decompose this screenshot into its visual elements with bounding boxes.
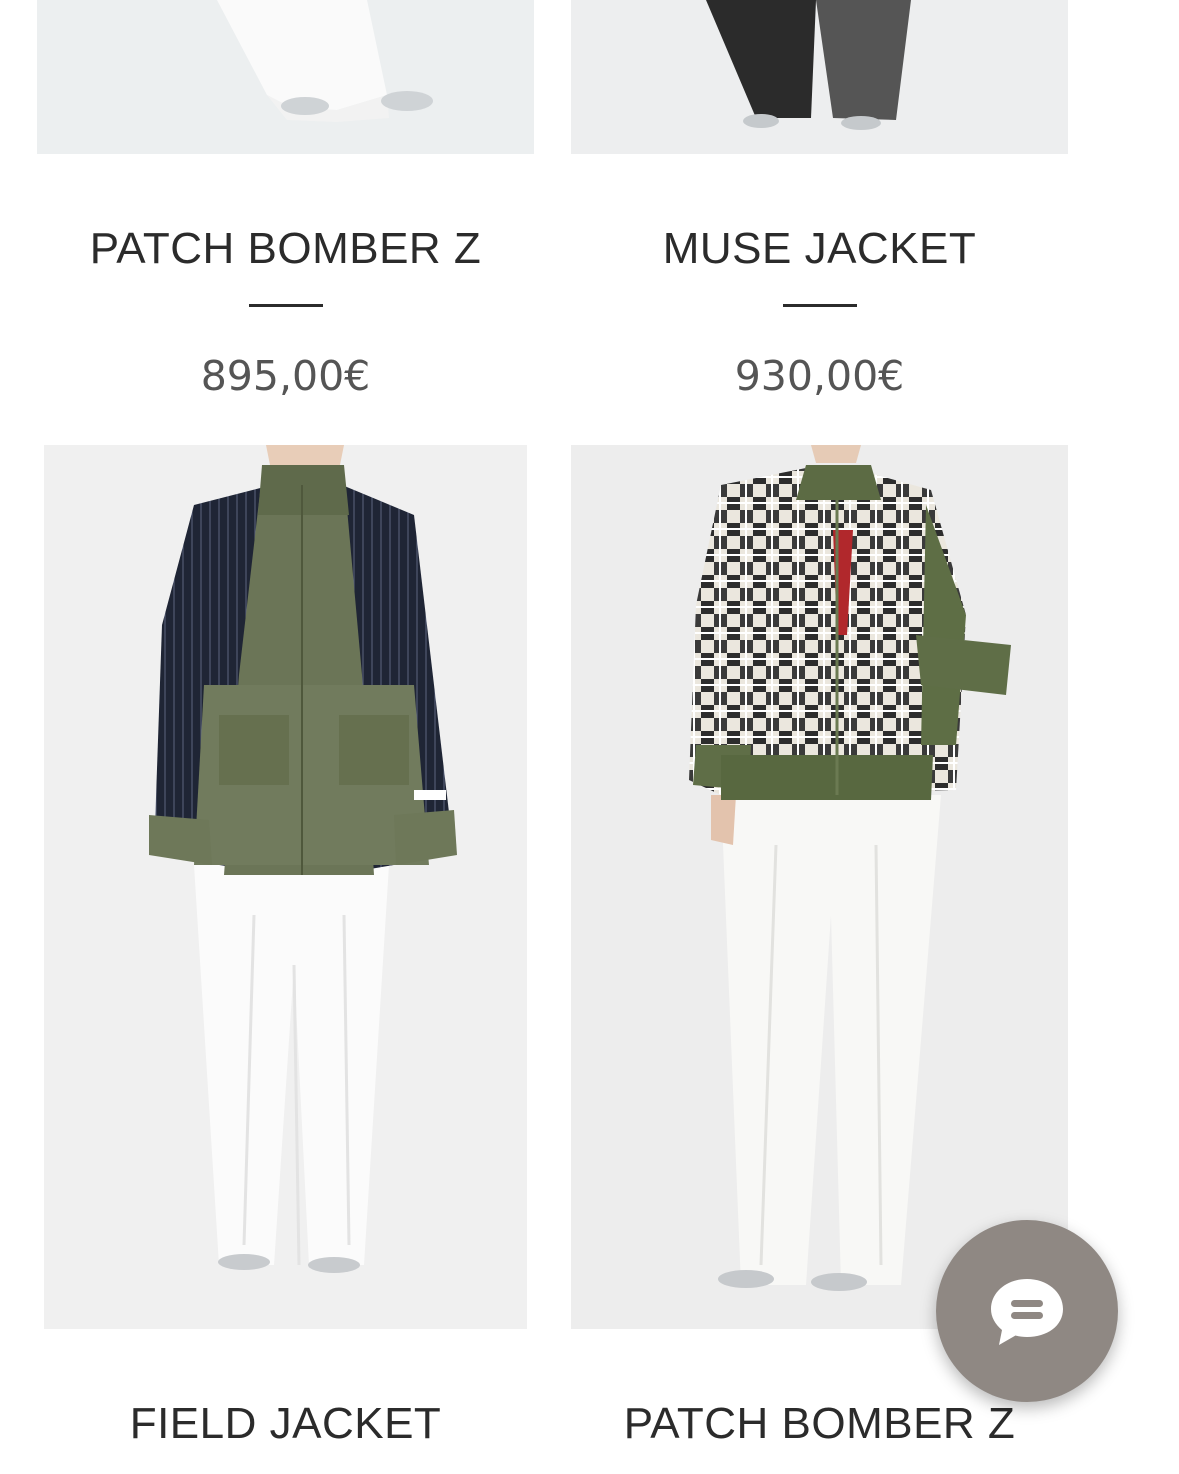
product-photo-field-jacket: [44, 445, 527, 1329]
product-photo-grey-trousers: [571, 0, 1068, 154]
product-title-2[interactable]: MUSE JACKET: [571, 227, 1068, 271]
product-image-2[interactable]: [571, 0, 1068, 154]
product-image-3[interactable]: [44, 445, 527, 1329]
product-price-1: 895,00€: [200, 352, 371, 400]
chat-button[interactable]: [936, 1220, 1118, 1402]
product-title-3[interactable]: FIELD JACKET: [37, 1402, 534, 1446]
product-image-1[interactable]: [37, 0, 534, 154]
product-photo-patch-bomber: [571, 445, 1068, 1329]
title-divider-1: [249, 304, 323, 307]
chat-bubble-icon: [991, 1279, 1063, 1345]
product-photo-white-trousers: [37, 0, 534, 154]
product-title-4[interactable]: PATCH BOMBER Z: [571, 1402, 1068, 1446]
product-price-2: 930,00€: [734, 352, 905, 400]
product-title-1[interactable]: PATCH BOMBER Z: [37, 227, 534, 271]
title-divider-2: [783, 304, 857, 307]
product-image-4[interactable]: [571, 445, 1068, 1329]
